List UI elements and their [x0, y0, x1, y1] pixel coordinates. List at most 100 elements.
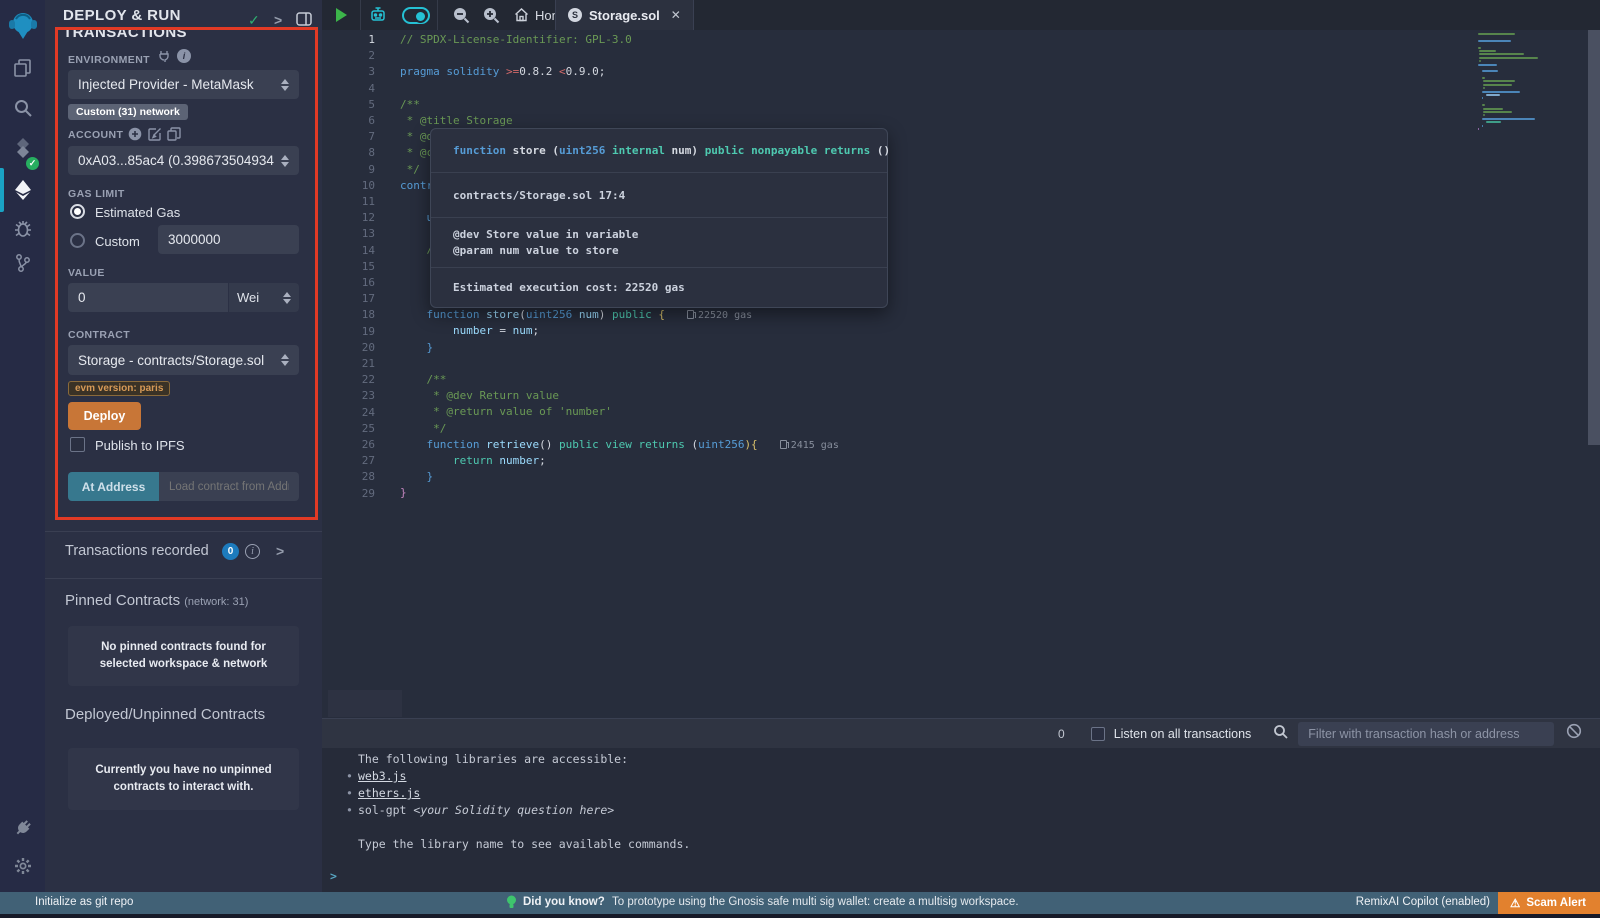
zoom-in-icon [483, 7, 500, 24]
horizontal-scrollbar[interactable] [328, 690, 402, 717]
transaction-filter-input[interactable] [1298, 722, 1554, 746]
clear-console-icon[interactable] [1566, 723, 1582, 744]
terminal-prompt[interactable]: > [330, 868, 337, 885]
terminal-toolbar: 0 Listen on all transactions [322, 718, 1600, 748]
contract-select[interactable]: Storage - contracts/Storage.sol [68, 345, 299, 375]
line-number: 19 [322, 324, 375, 340]
select-stepper-icon [277, 292, 291, 304]
line-number: 23 [322, 388, 375, 404]
custom-gas-label: Custom [95, 234, 140, 249]
line-number: 26 [322, 437, 375, 453]
library-link[interactable]: web3.js [358, 769, 406, 783]
line-number: 6 [322, 113, 375, 129]
account-select[interactable]: 0xA03...85ac4 (0.398673504934 [68, 146, 299, 175]
edit-account-icon[interactable] [148, 127, 162, 146]
deploy-run-panel: DEPLOY & RUN TRANSACTIONS ✓ > ENVIRONMEN… [45, 0, 322, 892]
value-input[interactable] [68, 283, 228, 312]
line-number: 7 [322, 129, 375, 145]
run-script-button[interactable] [322, 0, 360, 30]
estimated-gas-radio[interactable] [70, 204, 85, 219]
did-you-know-text: To prototype using the Gnosis safe multi… [612, 896, 1019, 908]
transactions-info-icon[interactable]: i [245, 544, 260, 559]
code-line: return number; [400, 453, 839, 469]
line-number: 27 [322, 453, 375, 469]
custom-gas-input[interactable] [158, 225, 299, 254]
environment-info-icon[interactable]: i [177, 49, 191, 63]
value-unit-select[interactable]: Wei [229, 283, 299, 312]
tab-close-icon[interactable]: ✕ [671, 8, 681, 22]
line-number: 1 [322, 32, 375, 48]
add-account-icon[interactable] [128, 127, 142, 146]
terminal[interactable]: The following libraries are accessible:w… [322, 748, 1600, 892]
vertical-scrollbar[interactable] [1588, 30, 1600, 445]
unpinned-empty-message: Currently you have no unpinned contracts… [68, 748, 299, 810]
gas-pump-icon [687, 310, 694, 319]
deploy-run-icon[interactable] [0, 170, 45, 210]
zoom-out-button[interactable] [446, 0, 476, 30]
solidity-file-icon: S [568, 8, 582, 22]
debugger-icon[interactable] [0, 208, 45, 248]
panel-collapse-icon[interactable]: > [274, 12, 282, 28]
publish-ipfs-checkbox[interactable] [70, 437, 85, 452]
git-init-button[interactable]: Initialize as git repo [35, 896, 133, 908]
divider [45, 531, 322, 532]
file-explorer-icon[interactable] [0, 48, 45, 88]
search-icon[interactable] [0, 88, 45, 128]
code-line: // SPDX-License-Identifier: GPL-3.0 [400, 32, 839, 48]
git-icon[interactable] [0, 243, 45, 283]
tooltip-location: contracts/Storage.sol 17:4 [431, 173, 887, 218]
at-address-input[interactable] [159, 472, 299, 501]
copilot-status[interactable]: RemixAI Copilot (enabled) [1356, 896, 1490, 908]
zoom-in-button[interactable] [476, 0, 506, 30]
line-number: 3 [322, 64, 375, 80]
unpinned-contracts-title: Deployed/Unpinned Contracts [65, 706, 265, 723]
code-line: } [400, 485, 839, 501]
line-number: 17 [322, 291, 375, 307]
environment-label: ENVIRONMENT [68, 54, 150, 66]
listen-transactions-checkbox[interactable] [1091, 727, 1105, 741]
environment-selected-value: Injected Provider - MetaMask [78, 77, 254, 92]
line-number: 10 [322, 178, 375, 194]
line-number: 29 [322, 486, 375, 502]
remix-logo[interactable] [0, 5, 45, 45]
terminal-output: The following libraries are accessible:w… [358, 751, 690, 853]
terminal-text-line: Type the library name to see available c… [358, 836, 690, 853]
tab-storage-sol[interactable]: S Storage.sol ✕ [555, 0, 694, 30]
deploy-button[interactable]: Deploy [68, 402, 141, 430]
settings-icon[interactable] [0, 846, 45, 886]
account-label: ACCOUNT [68, 129, 123, 141]
robot-icon [369, 6, 387, 24]
code-line: /** [400, 97, 839, 113]
copy-account-icon[interactable] [167, 127, 181, 146]
code-line: number = num; [400, 323, 839, 339]
plugin-manager-icon[interactable] [0, 808, 45, 848]
gas-limit-label: GAS LIMIT [68, 188, 125, 200]
terminal-library-item: sol-gpt <your Solidity question here> [358, 802, 690, 819]
plug-icon[interactable] [158, 50, 170, 68]
at-address-button[interactable]: At Address [68, 472, 159, 501]
warning-icon: ⚠ [1510, 896, 1520, 910]
code-line: */ [400, 421, 839, 437]
custom-gas-radio[interactable] [70, 233, 85, 248]
pin-panel-icon[interactable] [296, 12, 312, 29]
environment-select[interactable]: Injected Provider - MetaMask [68, 70, 299, 99]
transactions-expand-icon[interactable]: > [276, 543, 284, 559]
scam-alert-button[interactable]: ⚠ Scam Alert [1498, 892, 1600, 914]
library-link[interactable]: ethers.js [358, 786, 420, 800]
estimated-gas-label: Estimated Gas [95, 205, 180, 220]
line-number: 18 [322, 307, 375, 323]
line-number: 20 [322, 340, 375, 356]
editor-minimap[interactable] [1478, 33, 1558, 131]
line-number: 4 [322, 81, 375, 97]
tooltip-signature: function store (uint256 internal num) pu… [431, 129, 887, 173]
remixai-assistant-button[interactable] [361, 0, 395, 30]
pinned-network-sub: (network: 31) [184, 596, 248, 608]
copilot-toggle[interactable] [395, 0, 437, 30]
select-stepper-icon [275, 79, 289, 91]
terminal-blank-line [358, 819, 690, 836]
tooltip-gas-estimate: Estimated execution cost: 22520 gas [431, 268, 887, 307]
toggle-icon [402, 7, 430, 24]
home-icon [514, 8, 529, 22]
solidity-compiler-icon[interactable]: ✓ [0, 128, 45, 168]
line-number: 13 [322, 226, 375, 242]
